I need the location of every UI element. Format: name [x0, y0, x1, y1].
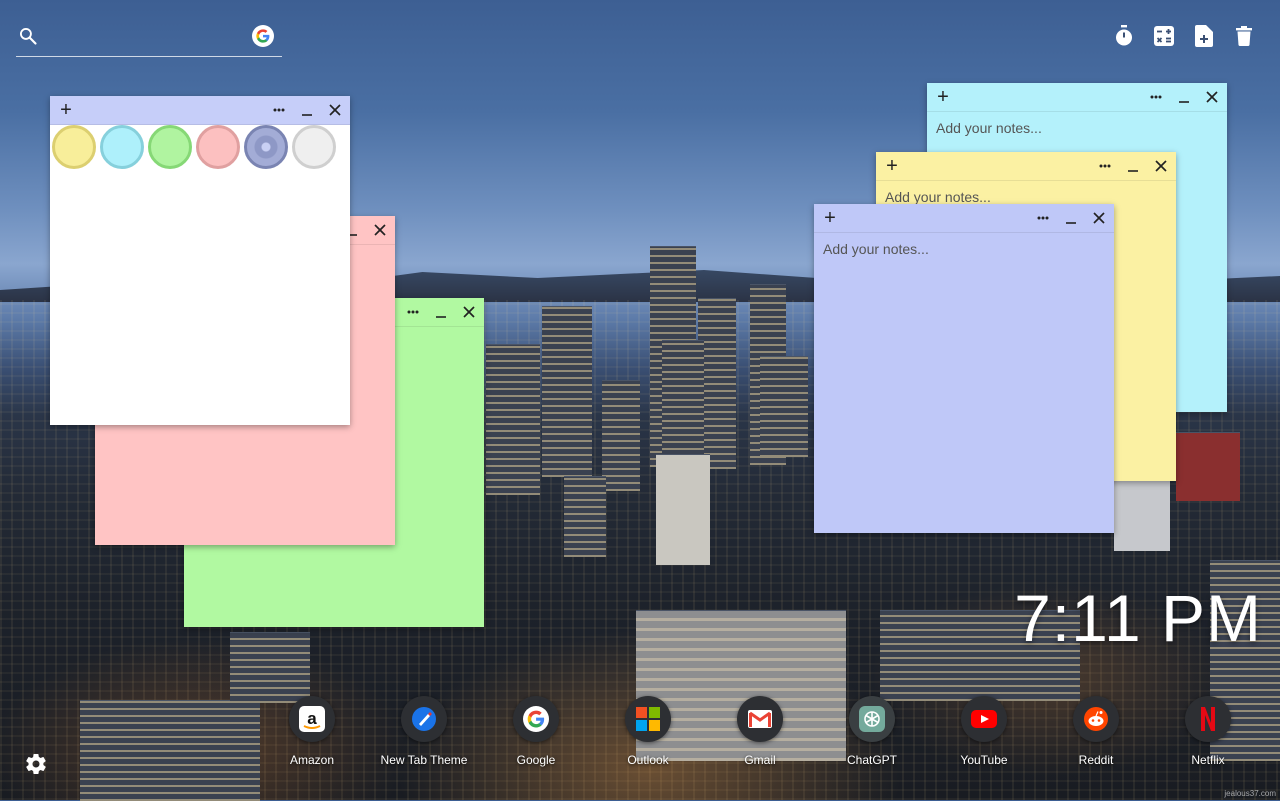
close-icon[interactable] [1154, 155, 1168, 177]
close-icon[interactable] [328, 99, 342, 121]
more-icon[interactable] [272, 99, 286, 121]
trash-icon[interactable] [1234, 24, 1254, 48]
calculator-icon[interactable] [1154, 24, 1174, 48]
more-icon[interactable] [1036, 207, 1050, 229]
color-swatch-cyan[interactable] [100, 125, 144, 169]
new-tab-theme-icon [401, 696, 447, 742]
search-icon[interactable] [18, 26, 38, 46]
color-swatch-green[interactable] [148, 125, 192, 169]
building [1176, 432, 1240, 501]
more-icon[interactable] [406, 301, 420, 323]
shortcut-label: Netflix [1191, 753, 1225, 767]
shortcut-label: YouTube [960, 753, 1008, 767]
color-swatch-white[interactable] [292, 125, 336, 169]
add-icon[interactable]: + [58, 98, 74, 122]
settings-gear-icon[interactable] [24, 752, 48, 776]
clock: 7:11 PM [1014, 581, 1262, 655]
skyscraper [662, 340, 704, 471]
chatgpt-icon [849, 696, 895, 742]
more-icon[interactable] [1098, 155, 1112, 177]
color-swatch-pink[interactable] [196, 125, 240, 169]
netflix-icon [1185, 696, 1231, 742]
add-icon[interactable]: + [822, 206, 838, 230]
google-icon [513, 696, 559, 742]
building [656, 454, 710, 565]
shortcut-outlook[interactable]: Outlook [592, 696, 704, 767]
shortcut-amazon[interactable]: a Amazon [256, 696, 368, 767]
shortcut-new-tab-theme[interactable]: New Tab Theme [368, 696, 480, 767]
google-icon[interactable] [252, 25, 274, 47]
building [230, 632, 310, 703]
close-icon[interactable] [1205, 86, 1219, 108]
close-icon[interactable] [373, 219, 387, 241]
note-titlebar[interactable]: + [876, 152, 1176, 181]
minimize-icon[interactable] [434, 301, 448, 323]
svg-text:a: a [307, 709, 317, 728]
shortcut-reddit[interactable]: Reddit [1040, 696, 1152, 767]
timer-icon[interactable] [1114, 24, 1134, 48]
add-note-icon[interactable] [1194, 24, 1214, 48]
shortcut-label: Outlook [627, 753, 669, 767]
shortcut-netflix[interactable]: Netflix [1152, 696, 1264, 767]
note-text-input[interactable] [814, 233, 1114, 533]
minimize-icon[interactable] [1126, 155, 1140, 177]
shortcut-label: Reddit [1078, 753, 1114, 767]
close-icon[interactable] [1092, 207, 1106, 229]
search-bar [16, 22, 282, 57]
color-palette [50, 125, 352, 175]
shortcut-dock: a Amazon New Tab Theme Google Outlook Gm… [256, 696, 1264, 767]
note-titlebar[interactable]: + [927, 83, 1227, 112]
close-icon[interactable] [462, 301, 476, 323]
building [80, 700, 260, 801]
search-input[interactable] [50, 24, 254, 52]
reddit-icon [1073, 696, 1119, 742]
more-icon[interactable] [1149, 86, 1163, 108]
sticky-note-white[interactable]: + [50, 96, 350, 425]
shortcut-google[interactable]: Google [480, 696, 592, 767]
add-icon[interactable]: + [935, 85, 951, 109]
note-titlebar[interactable]: + [814, 204, 1114, 233]
note-titlebar[interactable]: + [50, 96, 350, 125]
color-swatch-yellow[interactable] [52, 125, 96, 169]
minimize-icon[interactable] [1177, 86, 1191, 108]
shortcut-label: Gmail [744, 753, 776, 767]
skyscraper [760, 356, 808, 457]
shortcut-label: New Tab Theme [380, 753, 468, 767]
minimize-icon[interactable] [1064, 207, 1078, 229]
building [564, 476, 606, 557]
sticky-note-blue[interactable]: + [814, 204, 1114, 533]
shortcut-label: ChatGPT [846, 753, 897, 767]
outlook-icon [625, 696, 671, 742]
building [1114, 478, 1170, 551]
amazon-icon: a [289, 696, 335, 742]
skyscraper [486, 344, 540, 495]
color-swatch-blue[interactable] [244, 125, 288, 169]
top-toolbar [1114, 24, 1254, 48]
shortcut-label: Amazon [289, 753, 335, 767]
shortcut-chatgpt[interactable]: ChatGPT [816, 696, 928, 767]
youtube-icon [961, 696, 1007, 742]
shortcut-gmail[interactable]: Gmail [704, 696, 816, 767]
add-icon[interactable]: + [884, 154, 900, 178]
minimize-icon[interactable] [300, 99, 314, 121]
skyscraper [542, 306, 592, 477]
image-credit: jealous37.com [1224, 789, 1276, 798]
shortcut-youtube[interactable]: YouTube [928, 696, 1040, 767]
gmail-icon [737, 696, 783, 742]
shortcut-label: Google [516, 753, 556, 767]
skyscraper [602, 380, 640, 491]
